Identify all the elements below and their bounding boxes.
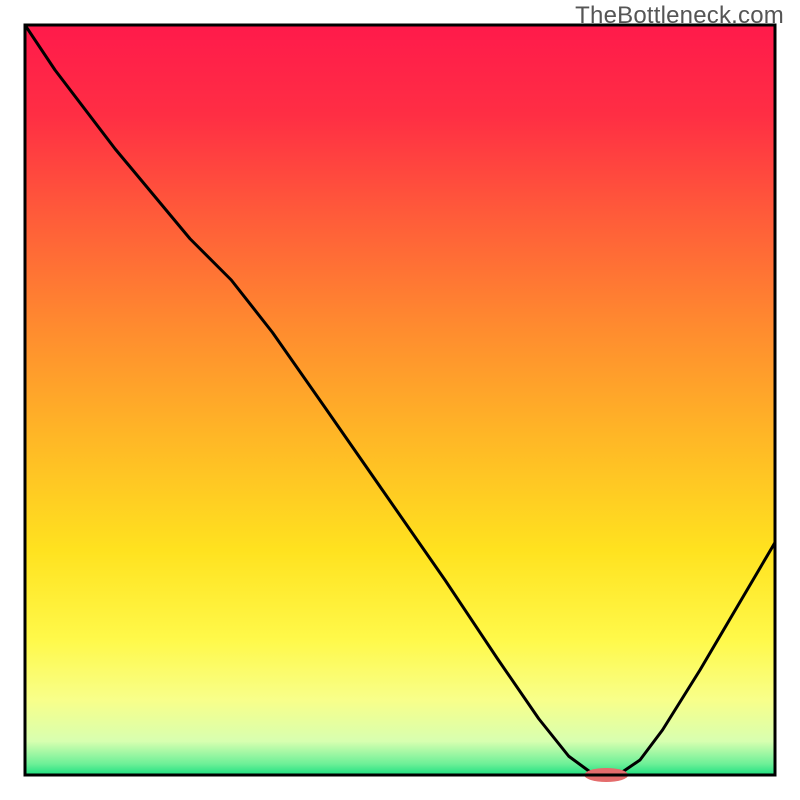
bottleneck-chart: TheBottleneck.com [0,0,800,800]
watermark-text: TheBottleneck.com [575,2,784,30]
chart-svg [0,0,800,800]
gradient-background [25,25,775,775]
